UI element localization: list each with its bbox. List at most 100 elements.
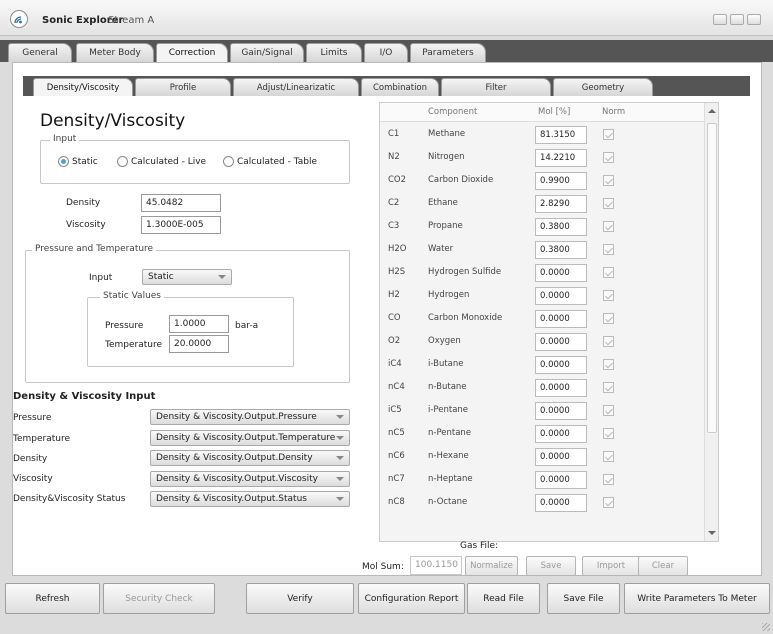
mol-percent-field[interactable]: 2.8290 [535,195,587,213]
tab-combination[interactable]: Combination [361,78,439,96]
tab-geometry[interactable]: Geometry [553,78,653,96]
norm-checkbox[interactable] [603,382,614,393]
tab-profile[interactable]: Profile [135,78,231,96]
mol-percent-field[interactable]: 0.3800 [535,241,587,259]
radio-calculated-live[interactable] [117,156,128,167]
normalize-button[interactable]: Normalize [465,556,518,576]
table-row[interactable]: iC5 i-Pentane 0.0000 [380,400,705,423]
tab-density-viscosity[interactable]: Density/Viscosity [33,78,133,96]
write-parameters-button[interactable]: Write Parameters To Meter [624,583,770,614]
save-file-button[interactable]: Save File [547,583,620,614]
resize-grip-icon[interactable] [762,623,770,631]
title-bar[interactable]: Sonic Explorer Stream A [0,0,773,36]
component-name: i-Butane [428,359,464,369]
table-row[interactable]: nC6 n-Hexane 0.0000 [380,446,705,469]
table-row[interactable]: O2 Oxygen 0.0000 [380,331,705,354]
norm-checkbox[interactable] [603,313,614,324]
mol-percent-field[interactable]: 0.0000 [535,448,587,466]
dvi-density-dropdown[interactable]: Density & Viscosity.Output.Density [150,450,350,466]
scroll-up-icon[interactable] [708,109,716,113]
norm-checkbox[interactable] [603,336,614,347]
pressure-field[interactable]: 1.0000 [169,315,229,333]
mol-percent-field[interactable]: 14.2210 [535,149,587,167]
norm-checkbox[interactable] [603,405,614,416]
norm-checkbox[interactable] [603,474,614,485]
viscosity-field[interactable]: 1.3000E-005 [141,216,221,234]
configuration-report-button[interactable]: Configuration Report [358,583,465,614]
mol-percent-field[interactable]: 0.0000 [535,494,587,512]
mol-percent-field[interactable]: 0.0000 [535,287,587,305]
pt-input-dropdown[interactable]: Static [142,269,232,285]
norm-checkbox[interactable] [603,244,614,255]
mol-percent-field[interactable]: 0.0000 [535,264,587,282]
norm-checkbox[interactable] [603,175,614,186]
table-row[interactable]: H2S Hydrogen Sulfide 0.0000 [380,262,705,285]
dvi-temperature-dropdown[interactable]: Density & Viscosity.Output.Temperature [150,430,350,446]
mol-percent-field[interactable]: 0.0000 [535,402,587,420]
radio-static[interactable] [58,156,69,167]
minimize-icon[interactable] [713,14,727,25]
temperature-field[interactable]: 20.0000 [169,335,229,353]
component-code: C1 [388,129,400,139]
tab-filter[interactable]: Filter [441,78,551,96]
mol-percent-field[interactable]: 0.0000 [535,379,587,397]
table-scrollbar[interactable] [704,103,718,541]
mol-percent-field[interactable]: 0.0000 [535,471,587,489]
table-row[interactable]: H2 Hydrogen 0.0000 [380,285,705,308]
norm-checkbox[interactable] [603,359,614,370]
mol-percent-field[interactable]: 0.0000 [535,356,587,374]
security-check-button[interactable]: Security Check [103,583,215,614]
scrollbar-thumb[interactable] [707,123,717,433]
verify-button[interactable]: Verify [246,583,354,614]
mol-percent-field[interactable]: 0.0000 [535,333,587,351]
mol-percent-field[interactable]: 0.0000 [535,310,587,328]
tab-meter-body[interactable]: Meter Body [76,43,154,62]
table-row[interactable]: CO Carbon Monoxide 0.0000 [380,308,705,331]
norm-checkbox[interactable] [603,198,614,209]
mol-percent-field[interactable]: 0.3800 [535,218,587,236]
tab-gain-signal[interactable]: Gain/Signal [230,43,304,62]
tab-io[interactable]: I/O [364,43,408,62]
mol-percent-field[interactable]: 0.0000 [535,425,587,443]
table-row[interactable]: nC7 n-Heptane 0.0000 [380,469,705,492]
norm-checkbox[interactable] [603,497,614,508]
radio-calculated-table[interactable] [223,156,234,167]
tab-general[interactable]: General [8,43,72,62]
read-file-button[interactable]: Read File [467,583,540,614]
table-row[interactable]: CO2 Carbon Dioxide 0.9900 [380,170,705,193]
table-row[interactable]: H2O Water 0.3800 [380,239,705,262]
maximize-icon[interactable] [730,14,744,25]
table-row[interactable]: nC8 n-Octane 0.0000 [380,492,705,515]
norm-checkbox[interactable] [603,451,614,462]
mol-percent-field[interactable]: 81.3150 [535,126,587,144]
norm-checkbox[interactable] [603,152,614,163]
import-button[interactable]: Import [582,556,640,576]
table-row[interactable]: iC4 i-Butane 0.0000 [380,354,705,377]
norm-checkbox[interactable] [603,267,614,278]
refresh-button[interactable]: Refresh [5,583,100,614]
scroll-down-icon[interactable] [708,531,716,535]
table-row[interactable]: nC4 n-Butane 0.0000 [380,377,705,400]
table-row[interactable]: C1 Methane 81.3150 [380,124,705,147]
table-row[interactable]: nC5 n-Pentane 0.0000 [380,423,705,446]
dvi-pressure-dropdown[interactable]: Density & Viscosity.Output.Pressure [150,409,350,425]
norm-checkbox[interactable] [603,129,614,140]
norm-checkbox[interactable] [603,221,614,232]
table-row[interactable]: N2 Nitrogen 14.2210 [380,147,705,170]
norm-checkbox[interactable] [603,290,614,301]
mol-percent-field[interactable]: 0.9900 [535,172,587,190]
dvi-viscosity-dropdown[interactable]: Density & Viscosity.Output.Viscosity [150,471,350,487]
component-name: Methane [428,129,466,139]
table-row[interactable]: C2 Ethane 2.8290 [380,193,705,216]
table-row[interactable]: C3 Propane 0.3800 [380,216,705,239]
close-icon[interactable] [747,14,761,25]
dvi-status-dropdown[interactable]: Density & Viscosity.Output.Status [150,491,350,507]
save-gas-button[interactable]: Save [526,556,576,576]
norm-checkbox[interactable] [603,428,614,439]
clear-button[interactable]: Clear [638,556,688,576]
tab-correction[interactable]: Correction [156,43,228,63]
tab-limits[interactable]: Limits [306,43,362,62]
tab-adjust-linearization[interactable]: Adjust/Linearizatic [233,78,359,96]
density-field[interactable]: 45.0482 [141,194,221,212]
tab-parameters[interactable]: Parameters [410,43,486,62]
